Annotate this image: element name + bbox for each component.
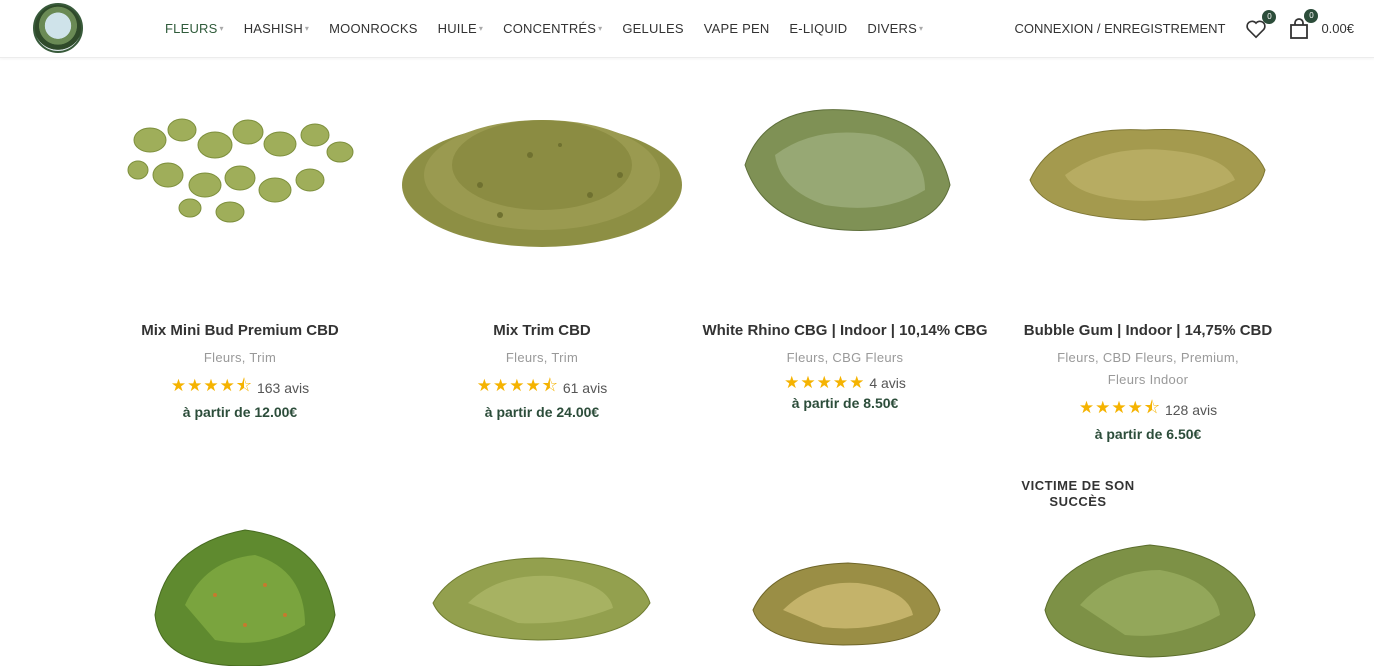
cart-count-badge: 0 [1304,8,1319,23]
review-count[interactable]: 163 avis [257,380,309,396]
product-rating: ★★★★⯪ 61 avis [392,373,692,402]
nav-item-gelules[interactable]: GELULES [622,21,683,36]
star-rating-icon: ★★★★★ [784,373,866,392]
nav-item-concentres[interactable]: CONCENTRÉS ▾ [503,21,602,36]
cart-total[interactable]: 0.00€ [1321,21,1354,36]
nav-item-moonrocks[interactable]: MOONROCKS [329,21,417,36]
product-title[interactable]: Mix Trim CBD [392,320,692,341]
product-image-white-rhino[interactable] [735,95,955,240]
nav-item-hashish[interactable]: HASHISH ▾ [244,21,309,36]
product-categories[interactable]: Fleurs, Trim [90,347,390,369]
nav-item-divers[interactable]: DIVERS ▾ [867,21,923,36]
product-categories[interactable]: Fleurs, Trim [392,347,692,369]
review-count[interactable]: 4 avis [869,375,906,391]
nav-item-e-liquid[interactable]: E-LIQUID [789,21,847,36]
review-count[interactable]: 61 avis [563,380,607,396]
product-image-mini-bud[interactable] [120,100,360,230]
wishlist-button[interactable]: 0 [1245,9,1277,39]
product-title[interactable]: Bubble Gum | Indoor | 14,75% CBD [998,320,1298,341]
sold-out-label: VICTIME DE SON SUCCÈS [1021,478,1135,509]
product-card: Mix Trim CBD Fleurs, Trim ★★★★⯪ 61 avis … [392,320,692,420]
product-rating: ★★★★⯪ 163 avis [90,373,390,402]
product-price: à partir de 6.50€ [1094,426,1202,442]
login-register-link[interactable]: CONNEXION / ENREGISTREMENT [1015,21,1226,36]
product-title[interactable]: Mix Mini Bud Premium CBD [90,320,390,341]
product-image[interactable] [748,555,943,650]
product-categories[interactable]: Fleurs, CBG Fleurs [695,347,995,369]
cart-button[interactable]: 0 [1289,8,1319,40]
main-nav: FLEURS ▾ HASHISH ▾ MOONROCKS HUILE ▾ CONCEN… [165,0,943,57]
wishlist-count-badge: 0 [1262,9,1277,24]
product-categories[interactable]: Fleurs, CBD Fleurs, Premium, Fleurs Indo… [998,347,1298,391]
product-image[interactable] [145,525,340,666]
review-count[interactable]: 128 avis [1165,402,1217,418]
header-actions: CONNEXION / ENREGISTREMENT 0 0 0.00€ [1015,0,1354,57]
nav-item-huile[interactable]: HUILE ▾ [438,21,484,36]
chevron-down-icon: ▾ [598,24,603,33]
product-price: à partir de 12.00€ [182,404,298,420]
site-header: FLEURS ▾ HASHISH ▾ MOONROCKS HUILE ▾ CONCEN… [0,0,1374,58]
product-title[interactable]: White Rhino CBG | Indoor | 10,14% CBG [695,320,995,341]
product-price: à partir de 8.50€ [791,395,899,411]
chevron-down-icon: ▾ [478,24,484,33]
product-price: à partir de 24.00€ [484,404,600,420]
star-rating-icon: ★★★★⯪ [170,376,253,395]
product-card: Mix Mini Bud Premium CBD Fleurs, Trim ★★… [90,320,390,420]
chevron-down-icon: ▾ [918,24,924,33]
chevron-down-icon: ▾ [304,24,310,33]
chevron-down-icon: ▾ [219,24,224,33]
product-image-trim[interactable] [400,85,685,255]
nav-item-fleurs[interactable]: FLEURS ▾ [165,21,224,36]
product-image[interactable] [1040,535,1260,660]
star-rating-icon: ★★★★⯪ [1078,398,1161,417]
nav-item-vape-pen[interactable]: VAPE PEN [704,21,770,36]
product-image-bubble-gum[interactable] [1025,110,1270,225]
product-image[interactable] [428,548,653,648]
product-card: Bubble Gum | Indoor | 14,75% CBD Fleurs,… [998,320,1298,442]
site-logo[interactable] [33,3,83,53]
product-rating: ★★★★⯪ 128 avis [998,395,1298,424]
star-rating-icon: ★★★★⯪ [476,376,559,395]
product-card: White Rhino CBG | Indoor | 10,14% CBG Fl… [695,320,995,411]
product-rating: ★★★★★ 4 avis [695,373,995,393]
